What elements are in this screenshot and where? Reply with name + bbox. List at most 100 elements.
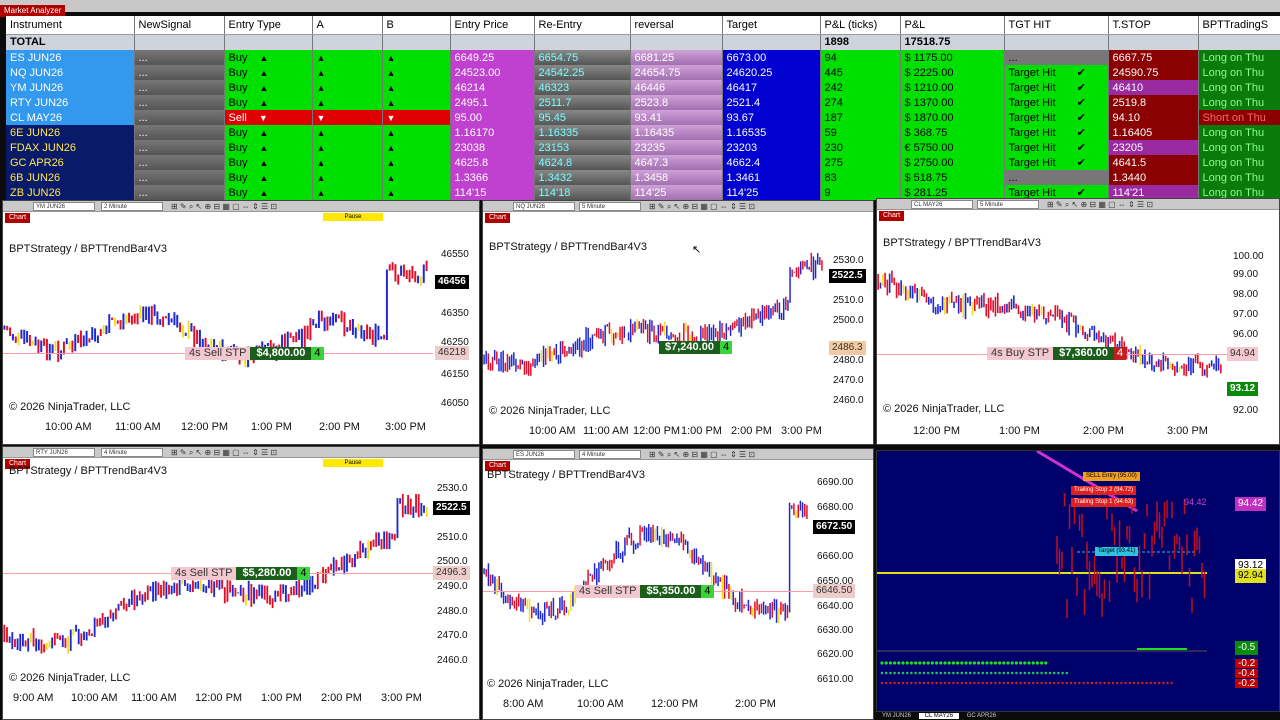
grid-row[interactable]: ES JUN26... Buy ▲ ▲ ▲ 6649.25 6654.75 6681.25 66… — [6, 50, 1280, 65]
toolbar-icons[interactable]: ⊞ ✎ ⌕ ↖ ⊕ ⊟ ▦ ▢ ⇔ ⇕ ☰ ⊡ — [649, 450, 755, 459]
price-chart[interactable] — [877, 235, 1227, 415]
arrow-up-icon: ▲ — [259, 67, 269, 78]
chart-panel-nq[interactable]: NQ JUN26 5 Minute ⊞ ✎ ⌕ ↖ ⊕ ⊟ ▦ ▢ ⇔ ⇕ ☰ … — [482, 200, 874, 445]
chart-tab[interactable]: Chart — [485, 213, 511, 223]
chart-panel-ym[interactable]: YM JUN26 2 Minute ⊞ ✎ ⌕ ↖ ⊕ ⊟ ▦ ▢ ⇔ ⇕ ☰ … — [2, 200, 480, 445]
dark-chart-mark — [1099, 681, 1102, 685]
chart-panel-rty[interactable]: RTY JUN26 4 Minute ⊞ ✎ ⌕ ↖ ⊕ ⊟ ▦ ▢ ⇔ ⇕ ☰… — [2, 446, 480, 720]
dark-chart-mark — [914, 661, 918, 665]
interval-dropdown[interactable]: 5 Minute — [977, 200, 1039, 209]
instrument-cell: ZB JUN26 — [6, 185, 135, 200]
column-header[interactable]: Entry Type — [224, 16, 313, 35]
column-header[interactable]: Instrument — [6, 16, 135, 35]
instrument-dropdown[interactable]: RTY JUN26 — [33, 448, 95, 457]
grid-row[interactable]: CL MAY26... Sell ▼ ▼ ▼ 95.00 95.45 93.41 93.67 18… — [6, 110, 1280, 125]
order-tag[interactable]: 4s Sell STP $4,800.00 4 — [185, 347, 324, 360]
grid-row[interactable]: 6E JUN26... Buy ▲ ▲ ▲ 1.16170 1.16335 1.16435 1.… — [6, 125, 1280, 140]
pl-cell: $ 2750.00 — [900, 155, 1005, 170]
interval-dropdown[interactable]: 4 Minute — [101, 448, 163, 457]
pause-button[interactable]: Pause — [323, 213, 383, 221]
y-tick: 2530.0 — [833, 255, 864, 266]
target-cell-text: 4662.4 — [726, 156, 761, 169]
chart-panel-es[interactable]: ES JUN26 4 Minute ⊞ ✎ ⌕ ↖ ⊕ ⊟ ▦ ▢ ⇔ ⇕ ☰ … — [482, 448, 874, 720]
column-header[interactable]: reversal — [630, 16, 723, 35]
price-chart[interactable] — [483, 473, 813, 683]
column-header[interactable]: P&L (ticks) — [820, 16, 901, 35]
tstop-cell-text: 1.3440 — [1112, 171, 1147, 184]
reentry-cell-text: 23153 — [538, 141, 570, 154]
entry-price-cell: 95.00 — [450, 110, 535, 125]
column-header[interactable]: P&L — [900, 16, 1005, 35]
bottom-tab[interactable]: GC APR26 — [961, 713, 1002, 719]
toolbar-icons[interactable]: ⊞ ✎ ⌕ ↖ ⊕ ⊟ ▦ ▢ ⇔ ⇕ ☰ ⊡ — [1047, 200, 1153, 209]
toolbar-icons[interactable]: ⊞ ✎ ⌕ ↖ ⊕ ⊟ ▦ ▢ ⇔ ⇕ ☰ ⊡ — [171, 448, 277, 457]
instrument-dropdown[interactable]: NQ JUN26 — [513, 202, 575, 211]
instrument-dropdown[interactable]: ES JUN26 — [513, 450, 575, 459]
chart-tab[interactable]: Chart — [5, 213, 31, 223]
grid-row[interactable]: FDAX JUN26... Buy ▲ ▲ ▲ 23038 23153 23235 23203 2… — [6, 140, 1280, 155]
dark-chart-mark — [960, 671, 964, 675]
y-tick: 6630.00 — [817, 625, 854, 636]
column-header[interactable]: TGT HIT — [1004, 16, 1109, 35]
arrow-up-icon: ▲ — [259, 142, 269, 153]
column-header[interactable]: B — [382, 16, 451, 35]
column-header[interactable]: NewSignal — [134, 16, 225, 35]
grid-row[interactable]: YM JUN26... Buy ▲ ▲ ▲ 46214 46323 46446 46417 242… — [6, 80, 1280, 95]
a-cell: ▼ — [312, 110, 383, 125]
instrument-cell-text: CL MAY26 — [10, 111, 62, 124]
instrument-cell: RTY JUN26 — [6, 95, 135, 110]
column-header[interactable]: T.STOP — [1108, 16, 1199, 35]
dark-chart-mark — [960, 661, 964, 665]
column-header[interactable]: Entry Price — [450, 16, 535, 35]
grid-row[interactable]: GC APR26... Buy ▲ ▲ ▲ 4625.8 4624.8 4647.3 4662.… — [6, 155, 1280, 170]
toolbar-icons[interactable]: ⊞ ✎ ⌕ ↖ ⊕ ⊟ ▦ ▢ ⇔ ⇕ ☰ ⊡ — [649, 202, 755, 211]
grid-row[interactable]: 6B JUN26... Buy ▲ ▲ ▲ 1.3366 1.3432 1.3458 1.346… — [6, 170, 1280, 185]
arrow-up-icon: ▲ — [386, 157, 396, 168]
instrument-dropdown[interactable]: CL MAY26 — [911, 200, 973, 209]
reversal-cell-text: 4647.3 — [634, 156, 669, 169]
new-signal-cell: ... — [134, 110, 225, 125]
dark-chart-mark — [1014, 661, 1018, 665]
dark-chart-mark — [956, 671, 959, 675]
instrument-dropdown[interactable]: YM JUN26 — [33, 202, 95, 211]
dark-chart-mark — [1086, 681, 1089, 685]
price-chart[interactable] — [3, 241, 433, 411]
chart-panel-cl[interactable]: CL MAY26 5 Minute ⊞ ✎ ⌕ ↖ ⊕ ⊟ ▦ ▢ ⇔ ⇕ ☰ … — [876, 198, 1280, 445]
reversal-cell-text: 24654.75 — [634, 66, 681, 79]
interval-dropdown[interactable]: 2 Minute — [101, 202, 163, 211]
order-tag[interactable]: 4s Sell STP $5,280.00 4 — [171, 567, 310, 580]
interval-dropdown[interactable]: 5 Minute — [579, 202, 641, 211]
column-header[interactable]: BPTTradingS — [1198, 16, 1280, 35]
reentry-cell-text: 2511.7 — [538, 96, 572, 109]
dark-chart-mark — [1044, 681, 1047, 685]
new-signal-cell-text: ... — [138, 171, 148, 184]
order-tag[interactable]: 4s Buy STP $7,360.00 4 — [987, 347, 1127, 360]
entry-price-label: 94.94 — [1227, 347, 1259, 361]
order-tag[interactable]: 4s Sell STP $5,350.00 4 — [575, 585, 714, 598]
grid-row[interactable]: NQ JUN26... Buy ▲ ▲ ▲ 24523.00 24542.25 24654.7… — [6, 65, 1280, 80]
dark-chart-mark — [939, 681, 942, 685]
column-header[interactable]: Target — [722, 16, 821, 35]
check-icon: ✔ — [1073, 156, 1086, 169]
pause-button[interactable]: Pause — [323, 459, 383, 467]
price-chart[interactable] — [483, 241, 828, 421]
chart-panel-dark[interactable]: SELL Entry (95.00) Trailing Stop 2 (94.7… — [876, 450, 1280, 712]
bottom-tab[interactable]: CL MAY26 — [918, 713, 960, 719]
column-header[interactable]: A — [312, 16, 383, 35]
new-signal-cell: ... — [134, 155, 225, 170]
interval-dropdown[interactable]: 4 Minute — [579, 450, 641, 459]
toolbar-icons[interactable]: ⊞ ✎ ⌕ ↖ ⊕ ⊟ ▦ ▢ ⇔ ⇕ ☰ ⊡ — [171, 202, 277, 211]
column-header[interactable]: Re-Entry — [534, 16, 631, 35]
target-cell-text: 6673.00 — [726, 51, 767, 64]
bottom-tab[interactable]: YM JUN26 — [876, 713, 917, 719]
a-cell: ▲ — [312, 140, 383, 155]
chart-tab[interactable]: Chart — [879, 211, 905, 221]
entry-type-cell-text: Sell — [228, 111, 247, 124]
grid-row[interactable]: RTY JUN26... Buy ▲ ▲ ▲ 2495.1 2511.7 2523.8 2521… — [6, 95, 1280, 110]
reversal-cell-text: 23235 — [634, 141, 666, 154]
entry-price-cell: 1.3366 — [450, 170, 535, 185]
new-signal-cell-text: ... — [138, 66, 148, 79]
dark-chart-mark — [1124, 681, 1127, 685]
order-tag[interactable]: $7,240.00 4 — [659, 341, 733, 354]
pl-ticks-cell: 187 — [820, 110, 901, 125]
